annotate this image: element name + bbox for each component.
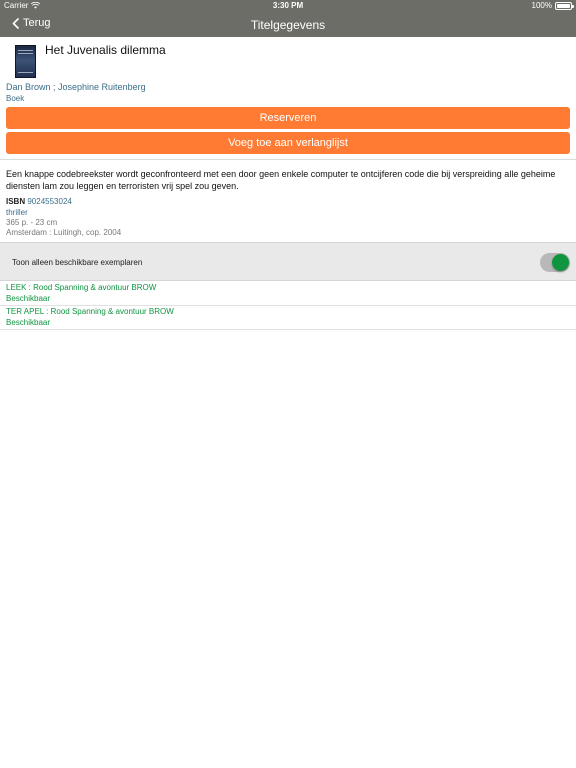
copy-location: TER APEL : Rood Spanning & avontuur BROW [6,307,174,316]
book-title: Het Juvenalis dilemma [45,43,166,57]
list-item[interactable]: LEEK : Rood Spanning & avontuur BROW Besc… [0,282,576,306]
book-authors-link[interactable]: Dan Brown ; Josephine Ruitenberg [6,82,146,92]
copy-status: Beschikbaar [6,294,51,303]
toggle-knob [552,254,569,271]
status-time: 3:30 PM [272,1,304,10]
physical-extent: 365 p. - 23 cm [6,218,58,227]
isbn-row: ISBN 9024553024 [6,197,72,206]
page-title: Titelgegevens [250,18,326,32]
list-item[interactable]: TER APEL : Rood Spanning & avontuur BROW… [0,306,576,330]
copy-location: LEEK : Rood Spanning & avontuur BROW [6,283,157,292]
reserve-button[interactable]: Reserveren [6,107,570,129]
availability-filter-bar: Toon alleen beschikbare exemplaren [0,242,576,281]
divider [0,159,576,160]
add-to-wishlist-button[interactable]: Voeg toe aan verlanglijst [6,132,570,154]
copies-list: LEEK : Rood Spanning & avontuur BROW Besc… [0,282,576,330]
isbn-value-link[interactable]: 9024553024 [27,197,72,206]
book-cover-image [15,45,36,78]
battery-info: 100% [531,1,574,10]
publication-info: Amsterdam : Luitingh, cop. 2004 [6,228,122,237]
copy-status: Beschikbaar [6,318,51,327]
battery-percentage: 100% [531,1,552,10]
material-type: Boek [6,94,25,103]
status-bar: Carrier 3:30 PM 100% [0,0,576,12]
availability-toggle[interactable] [540,253,570,272]
genre-link[interactable]: thriller [6,208,28,217]
book-description: Een knappe codebreekster wordt geconfron… [6,169,556,191]
isbn-label: ISBN [6,197,26,206]
availability-filter-label: Toon alleen beschikbare exemplaren [12,258,143,267]
navigation-bar: Terug Titelgegevens [0,12,576,37]
battery-icon [555,1,574,10]
